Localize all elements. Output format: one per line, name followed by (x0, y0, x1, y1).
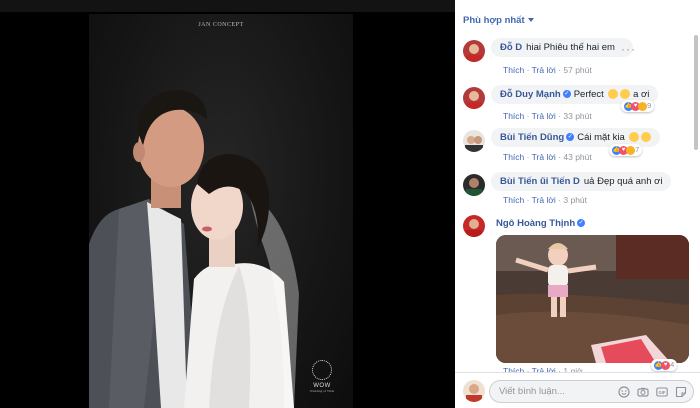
reaction-count: 9 (647, 101, 652, 110)
camera-icon[interactable] (637, 386, 649, 398)
comment-bubble: Đỗ D hiai Phiêu thế hai em (491, 38, 633, 57)
browser-top-strip (0, 0, 455, 12)
current-user-avatar (463, 380, 485, 402)
composer-icons: GIF (618, 386, 687, 398)
comment-actions: Thích · Trả lời · 57 phút (503, 65, 592, 75)
sort-dropdown[interactable]: Phù hợp nhất (463, 15, 534, 26)
reaction-count: 7 (635, 145, 640, 154)
reaction-summary[interactable]: 👍♥ 7 (609, 144, 643, 156)
avatar[interactable] (463, 215, 485, 237)
couple-illustration (89, 90, 299, 408)
comment-actions: Thích · Trả lời · 43 phút (503, 152, 592, 162)
grin-emoji-icon (629, 132, 640, 143)
reaction-summary[interactable]: 👍♥ 4 (651, 359, 678, 371)
comment-text: uả Đẹp quá anh ơi (583, 176, 663, 187)
avatar[interactable] (463, 174, 485, 196)
more-options-icon[interactable]: ··· (621, 42, 636, 56)
comment-actions: Thích · Trả lời · 3 phút (503, 195, 588, 205)
scrollbar[interactable] (694, 35, 698, 150)
comments-panel: Phù hợp nhất Đỗ D hiai Phiêu thế hai em ·… (455, 0, 700, 408)
baby-dancing-gif-image (496, 235, 689, 363)
reply-link[interactable]: Trả lời (532, 152, 556, 162)
comment-author[interactable]: Bùi Tiến ũi Tiến D (500, 176, 580, 187)
comment-text: Perfect (573, 89, 604, 100)
sticker-icon[interactable] (675, 386, 687, 398)
verified-badge-icon: ✓ (562, 90, 571, 99)
wow-subtitle: Wedding of Wish (309, 389, 335, 393)
like-link[interactable]: Thích (503, 152, 524, 162)
comment-time[interactable]: 43 phút (563, 152, 591, 162)
haha-reaction-icon (626, 145, 635, 155)
grin-emoji-icon (641, 132, 652, 143)
reaction-count: 4 (670, 360, 675, 369)
caret-down-icon (527, 18, 534, 23)
comment-text: hiai Phiêu thế hai em (526, 42, 615, 53)
party-emoji-icon (608, 89, 619, 100)
party-emoji-icon (620, 89, 631, 100)
avatar[interactable] (463, 87, 485, 109)
photo-viewer: JAN CONCEPT WOW Wedding of Wish (0, 0, 455, 408)
comment-author[interactable]: Bùi Tiến Dũng (500, 132, 564, 143)
gif-attachment[interactable] (496, 235, 689, 363)
verified-badge-icon: ✓ (577, 219, 586, 228)
avatar[interactable] (463, 130, 485, 152)
like-link[interactable]: Thích (503, 195, 524, 205)
comment-author[interactable]: Đỗ Duy Mạnh (500, 89, 561, 100)
wedding-photo[interactable]: JAN CONCEPT WOW Wedding of Wish (89, 14, 353, 408)
comment-input-placeholder: Viết bình luận... (499, 386, 565, 397)
comment-time[interactable]: 57 phút (563, 65, 591, 75)
love-reaction-icon: ♥ (661, 360, 670, 370)
sort-label: Phù hợp nhất (463, 15, 525, 26)
reply-link[interactable]: Trả lời (532, 195, 556, 205)
like-link[interactable]: Thích (503, 65, 524, 75)
avatar-image-icon (463, 40, 485, 62)
like-link[interactable]: Thích (503, 111, 524, 121)
comment-text: Cái mặt kia (577, 132, 625, 143)
comment-bubble: Bùi Tiến ũi Tiến Duả Đẹp quá anh ơi (491, 172, 672, 191)
comment-actions: Thích · Trả lời · 33 phút (503, 111, 592, 121)
comment-input[interactable]: Viết bình luận... GIF (489, 380, 694, 403)
verified-badge-icon: ✓ (566, 133, 575, 142)
svg-text:GIF: GIF (659, 390, 666, 395)
comment-text-suffix: a ơi (633, 89, 650, 100)
comment: Ngô Hoàng Thịnh ✓ 👍♥ 4 Thích · Trả lời ·… (461, 213, 691, 376)
gif-icon[interactable]: GIF (656, 386, 668, 398)
haha-reaction-icon (638, 101, 647, 111)
comment-time[interactable]: 33 phút (563, 111, 591, 121)
avatar-image-icon (463, 380, 485, 402)
emoji-icon[interactable] (618, 386, 630, 398)
comment-time[interactable]: 3 phút (563, 195, 587, 205)
reply-link[interactable]: Trả lời (532, 65, 556, 75)
comment-composer: Viết bình luận... GIF (455, 372, 700, 408)
avatar-image-icon (463, 174, 485, 196)
avatar-image-icon (463, 215, 485, 237)
comment-header: Ngô Hoàng Thịnh ✓ (496, 218, 588, 229)
reply-link[interactable]: Trả lời (532, 111, 556, 121)
comment-author[interactable]: Ngô Hoàng Thịnh (496, 218, 575, 229)
wow-logo: WOW Wedding of Wish (307, 360, 337, 393)
avatar[interactable] (463, 40, 485, 62)
reaction-summary[interactable]: 👍♥ 9 (621, 100, 655, 112)
avatar-image-icon (463, 130, 485, 152)
avatar-image-icon (463, 87, 485, 109)
comment-author[interactable]: Đỗ D (500, 42, 522, 53)
wow-ring-icon (312, 360, 332, 380)
